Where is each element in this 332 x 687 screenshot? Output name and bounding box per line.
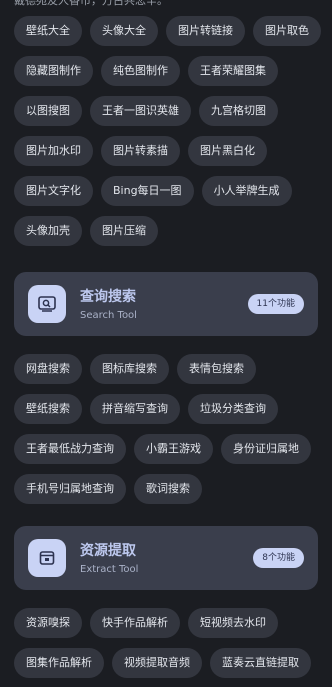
chip-hidden-image[interactable]: 隐藏图制作 — [14, 56, 93, 86]
chip-min-power-query[interactable]: 王者最低战力查询 — [14, 434, 126, 464]
chip-solid-color-image[interactable]: 纯色图制作 — [101, 56, 180, 86]
chip-video-audio[interactable]: 视频提取音频 — [112, 648, 202, 678]
chip-garbage-sort[interactable]: 垃圾分类查询 — [188, 394, 278, 424]
extract-tool-title: 资源提取 — [80, 543, 136, 559]
chip-lyrics-search[interactable]: 歌词搜索 — [134, 474, 202, 504]
chip-sign-generator[interactable]: 小人举牌生成 — [201, 176, 292, 206]
chip-wallpaper-search[interactable]: 壁纸搜索 — [14, 394, 82, 424]
image-tools-group: 壁纸大全 头像大全 图片转链接 图片取色 隐藏图制作 纯色图制作 王者荣耀图集 … — [14, 16, 324, 246]
top-quote-text: 戴德苑友人香市，万古共悲辛。 — [14, 0, 168, 7]
chip-image-compress[interactable]: 图片压缩 — [90, 216, 158, 246]
search-tool-count-badge: 11个功能 — [247, 294, 304, 314]
extract-tool-subtitle: Extract Tool — [80, 564, 139, 575]
chip-wallpaper-collection[interactable]: 壁纸大全 — [14, 16, 82, 46]
chip-image-to-text[interactable]: 图片文字化 — [14, 176, 93, 206]
chip-avatar-collection[interactable]: 头像大全 — [90, 16, 158, 46]
chip-sticker-search[interactable]: 表情包搜索 — [177, 354, 256, 384]
chip-avatar-frame[interactable]: 头像加壳 — [14, 216, 82, 246]
search-tool-title: 查询搜索 — [80, 289, 136, 305]
chip-lanzou-link[interactable]: 蓝奏云直链提取 — [210, 648, 311, 678]
chip-identify-hero[interactable]: 王者一图识英雄 — [90, 96, 191, 126]
chip-image-color-pick[interactable]: 图片取色 — [253, 16, 321, 46]
chip-search-by-image[interactable]: 以图搜图 — [14, 96, 82, 126]
chip-phone-location[interactable]: 手机号归属地查询 — [14, 474, 126, 504]
search-tool-subtitle: Search Tool — [80, 310, 137, 321]
chip-honor-of-kings-gallery[interactable]: 王者荣耀图集 — [188, 56, 278, 86]
chip-bing-daily[interactable]: Bing每日一图 — [101, 176, 194, 206]
search-tools-group: 网盘搜索 图标库搜索 表情包搜索 壁纸搜索 拼音缩写查询 垃圾分类查询 王者最低… — [14, 354, 324, 504]
chip-icon-library-search[interactable]: 图标库搜索 — [90, 354, 169, 384]
search-tool-card[interactable]: 查询搜索 Search Tool 11个功能 — [14, 272, 318, 336]
chip-netdisk-search[interactable]: 网盘搜索 — [14, 354, 82, 384]
chip-watermark[interactable]: 图片加水印 — [14, 136, 93, 166]
extract-tool-card[interactable]: 资源提取 Extract Tool 8个功能 — [14, 526, 318, 590]
chip-retro-games[interactable]: 小霸王游戏 — [134, 434, 213, 464]
chip-remove-watermark[interactable]: 短视频去水印 — [188, 608, 278, 638]
chip-gallery-parse[interactable]: 图集作品解析 — [14, 648, 104, 678]
chip-image-to-link[interactable]: 图片转链接 — [166, 16, 245, 46]
extract-tools-group: 资源嗅探 快手作品解析 短视频去水印 图集作品解析 视频提取音频 蓝奏云直链提取 — [14, 608, 324, 678]
chip-kuaishou-parse[interactable]: 快手作品解析 — [90, 608, 180, 638]
chip-grid-cut[interactable]: 九宫格切图 — [199, 96, 278, 126]
chip-resource-sniff[interactable]: 资源嗅探 — [14, 608, 82, 638]
chip-sketch[interactable]: 图片转素描 — [101, 136, 180, 166]
extract-box-icon — [28, 539, 66, 577]
extract-tool-count-badge: 8个功能 — [253, 548, 304, 568]
chip-black-white[interactable]: 图片黑白化 — [188, 136, 267, 166]
search-window-icon — [28, 285, 66, 323]
chip-pinyin-abbr[interactable]: 拼音缩写查询 — [90, 394, 180, 424]
chip-id-card-location[interactable]: 身份证归属地 — [221, 434, 311, 464]
